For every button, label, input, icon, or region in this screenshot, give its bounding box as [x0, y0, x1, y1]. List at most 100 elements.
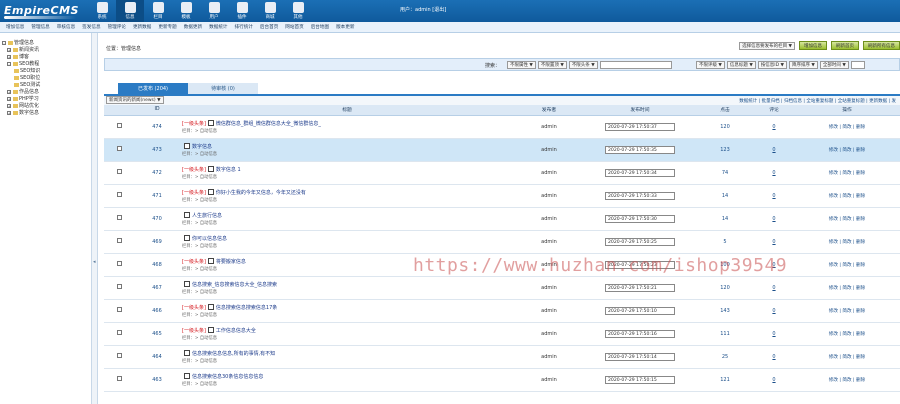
subnav-link[interactable]: 版本更新 — [336, 24, 354, 30]
comments-link[interactable]: 0 — [772, 124, 775, 130]
row-actions[interactable]: 修改 | 简改 | 删除 — [794, 253, 900, 277]
subnav-link[interactable]: 后台地图 — [311, 24, 329, 30]
row-actions[interactable]: 修改 | 简改 | 删除 — [794, 138, 900, 162]
topnav-item-other[interactable]: 其他 — [284, 0, 312, 22]
id-cell[interactable]: 472 — [134, 161, 180, 185]
sidebar-splitter[interactable]: ◂ — [92, 33, 98, 404]
id-cell[interactable]: 464 — [134, 345, 180, 369]
tree-item[interactable]: + 新闻资讯 — [2, 46, 91, 53]
comments-link[interactable]: 0 — [772, 193, 775, 199]
id-cell[interactable]: 465 — [134, 322, 180, 346]
row-checkbox[interactable] — [116, 284, 122, 289]
publish-time-input[interactable]: 2020-07-29 17:50:30 — [605, 214, 675, 223]
comments-link[interactable]: 0 — [772, 239, 775, 245]
search-option-select[interactable]: 全部时间 ▼ — [819, 61, 849, 69]
publish-time-input[interactable]: 2020-07-29 17:50:34 — [605, 168, 675, 177]
comments-link[interactable]: 0 — [772, 308, 775, 314]
column-select[interactable]: 选择信息要发布的栏目 ▼ — [739, 41, 795, 50]
id-cell[interactable]: 469 — [134, 230, 180, 254]
tree-item[interactable]: SEO职位 — [2, 74, 91, 81]
id-cell[interactable]: 468 — [134, 253, 180, 277]
comments-link[interactable]: 0 — [772, 216, 775, 222]
tree-toggle-icon[interactable]: - — [7, 61, 11, 66]
search-option-select[interactable]: 不限评级 ▼ — [696, 61, 725, 69]
subnav-link[interactable]: 网站首页 — [285, 24, 303, 30]
comments-link[interactable]: 0 — [772, 285, 775, 291]
topnav-item-system[interactable]: 系统 — [88, 0, 116, 22]
row-checkbox[interactable] — [116, 192, 122, 197]
tree-item[interactable]: SEO测试 — [2, 81, 91, 88]
row-actions[interactable]: 修改 | 简改 | 删除 — [794, 207, 900, 231]
title-link[interactable]: 人生旅行信息 — [192, 213, 222, 219]
row-actions[interactable]: 修改 | 简改 | 删除 — [794, 161, 900, 185]
id-cell[interactable]: 470 — [134, 207, 180, 231]
tree-toggle-icon[interactable]: + — [7, 110, 11, 115]
publish-time-input[interactable]: 2020-07-29 17:50:10 — [605, 306, 675, 315]
publish-time-input[interactable]: 2020-07-29 17:50:16 — [605, 329, 675, 338]
id-cell[interactable]: 473 — [134, 138, 180, 162]
topnav-item-user[interactable]: 用户 — [200, 0, 228, 22]
refresh-home-button[interactable]: 刷新首页 — [831, 41, 859, 50]
id-cell[interactable]: 466 — [134, 299, 180, 323]
search-extra-input[interactable] — [850, 61, 865, 69]
row-checkbox[interactable] — [116, 169, 122, 174]
batch-select[interactable]: 新闻资讯的新闻(news) ▼ — [106, 96, 164, 104]
tree-item[interactable]: + 博客 — [2, 53, 91, 60]
topnav-item-column[interactable]: 栏目 — [144, 0, 172, 22]
subnav-link[interactable]: 管理信息 — [31, 24, 49, 30]
tab-published[interactable]: 已发布 (204) — [118, 83, 188, 94]
tree-item[interactable]: + 网站优化 — [2, 102, 91, 109]
title-link[interactable]: 将要搬家信息 — [216, 259, 246, 265]
tree-item[interactable]: SEO知识 — [2, 67, 91, 74]
row-checkbox[interactable] — [116, 123, 122, 128]
topnav-item-shop[interactable]: 商城 — [256, 0, 284, 22]
title-link[interactable]: 工作信息信息大全 — [216, 328, 256, 334]
row-actions[interactable]: 修改 | 简改 | 删除 — [794, 184, 900, 208]
search-filter-select[interactable]: 不限置顶 ▼ — [537, 61, 567, 69]
collapse-arrow-icon[interactable]: ◂ — [93, 259, 96, 265]
add-info-button[interactable]: 增加信息 — [799, 41, 827, 50]
row-actions[interactable]: 修改 | 简改 | 删除 — [794, 276, 900, 300]
title-link[interactable]: 信息搜索信息信息,所有的事情,有不知 — [192, 351, 275, 357]
publish-time-input[interactable]: 2020-07-29 17:50:37 — [605, 122, 675, 131]
publish-time-input[interactable]: 2020-07-29 17:50:35 — [605, 145, 675, 154]
title-link[interactable]: 微信群信息_群组_微信群信息大全_微信群信息_ — [216, 121, 321, 127]
subnav-link[interactable]: 管理评论 — [108, 24, 126, 30]
tree-item[interactable]: - 管理信息 — [2, 39, 91, 46]
id-cell[interactable]: 463 — [134, 368, 180, 392]
row-checkbox[interactable] — [116, 307, 122, 312]
publish-time-input[interactable]: 2020-07-29 17:50:14 — [605, 352, 675, 361]
subnav-link[interactable]: 更新数据 — [133, 24, 151, 30]
search-option-select[interactable]: 信息标题 ▼ — [726, 61, 756, 69]
refresh-all-button[interactable]: 刷新所有信息 — [863, 41, 900, 50]
keyword-input[interactable] — [599, 61, 672, 69]
subnav-link[interactable]: 签发信息 — [82, 24, 100, 30]
title-link[interactable]: 信息搜索信息搜索信息17条 — [216, 305, 277, 311]
title-link[interactable]: 数字信息 — [192, 144, 212, 150]
publish-time-input[interactable]: 2020-07-29 17:50:33 — [605, 191, 675, 200]
row-actions[interactable]: 修改 | 简改 | 删除 — [794, 322, 900, 346]
tree-item[interactable]: + PHP学习 — [2, 95, 91, 102]
row-actions[interactable]: 修改 | 简改 | 删除 — [794, 299, 900, 323]
tree-toggle-icon[interactable]: - — [2, 40, 6, 45]
row-checkbox[interactable] — [116, 146, 122, 151]
title-link[interactable]: 你可以信息信息 — [192, 236, 227, 242]
comments-link[interactable]: 0 — [772, 147, 775, 153]
row-checkbox[interactable] — [116, 261, 122, 266]
row-checkbox[interactable] — [116, 376, 122, 381]
tab-pending[interactable]: 待审核 (0) — [188, 83, 258, 94]
row-actions[interactable]: 修改 | 简改 | 删除 — [794, 115, 900, 139]
publish-time-input[interactable]: 2020-07-29 17:50:21 — [605, 283, 675, 292]
search-filter-select[interactable]: 不限头条 ▼ — [568, 61, 598, 69]
row-actions[interactable]: 修改 | 简改 | 删除 — [794, 230, 900, 254]
comments-link[interactable]: 0 — [772, 354, 775, 360]
publish-time-input[interactable]: 2020-07-29 17:50:15 — [605, 375, 675, 384]
tree-item[interactable]: + 数字信息 — [2, 109, 91, 116]
comments-link[interactable]: 0 — [772, 170, 775, 176]
topnav-item-plugin[interactable]: 插件 — [228, 0, 256, 22]
publish-time-input[interactable]: 2020-07-29 17:50:25 — [605, 237, 675, 246]
tree-item[interactable]: - SEO教程 — [2, 60, 91, 67]
subnav-link[interactable]: 排行统计 — [235, 24, 253, 30]
comments-link[interactable]: 0 — [772, 331, 775, 337]
tree-item[interactable]: + 作品信息 — [2, 88, 91, 95]
